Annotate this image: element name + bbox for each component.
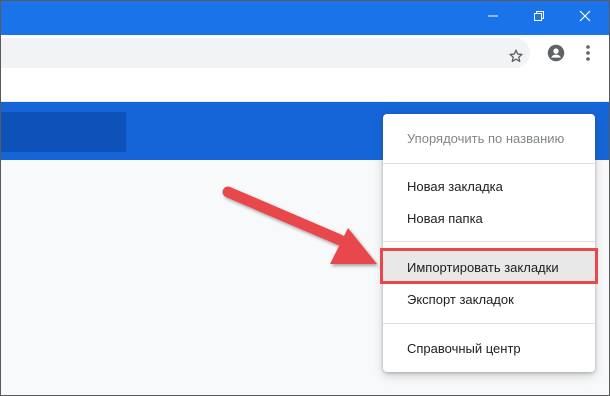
minimize-button[interactable] xyxy=(470,0,516,32)
organize-menu: Упорядочить по названию Новая закладка Н… xyxy=(383,114,595,372)
title-bar xyxy=(0,0,610,35)
menu-item-new-bookmark[interactable]: Новая закладка xyxy=(383,170,595,202)
star-icon xyxy=(509,49,523,63)
more-vert-icon xyxy=(586,45,590,61)
menu-item-new-folder[interactable]: Новая папка xyxy=(383,202,595,234)
bookmark-star-button[interactable] xyxy=(505,45,527,67)
page-top-area xyxy=(0,72,610,102)
restore-icon xyxy=(534,11,544,21)
menu-separator xyxy=(383,163,595,164)
browser-menu-button[interactable] xyxy=(577,42,599,64)
annotation-highlight-box xyxy=(380,248,598,284)
restore-button[interactable] xyxy=(516,0,562,32)
menu-item-sort-by-name[interactable]: Упорядочить по названию xyxy=(383,122,595,154)
close-button[interactable] xyxy=(562,0,608,32)
profile-button[interactable] xyxy=(545,42,567,64)
menu-item-export-bookmarks[interactable]: Экспорт закладок xyxy=(383,283,595,315)
account-icon xyxy=(547,44,565,62)
browser-toolbar xyxy=(0,35,610,72)
menu-separator xyxy=(383,241,595,242)
close-icon xyxy=(579,10,591,22)
menu-item-help-center[interactable]: Справочный центр xyxy=(383,332,595,364)
address-bar[interactable] xyxy=(0,38,530,68)
browser-window: Упорядочить по названию Новая закладка Н… xyxy=(0,0,610,396)
menu-separator xyxy=(383,323,595,324)
minimize-icon xyxy=(488,15,498,17)
bookmarks-search-box[interactable] xyxy=(0,112,126,152)
